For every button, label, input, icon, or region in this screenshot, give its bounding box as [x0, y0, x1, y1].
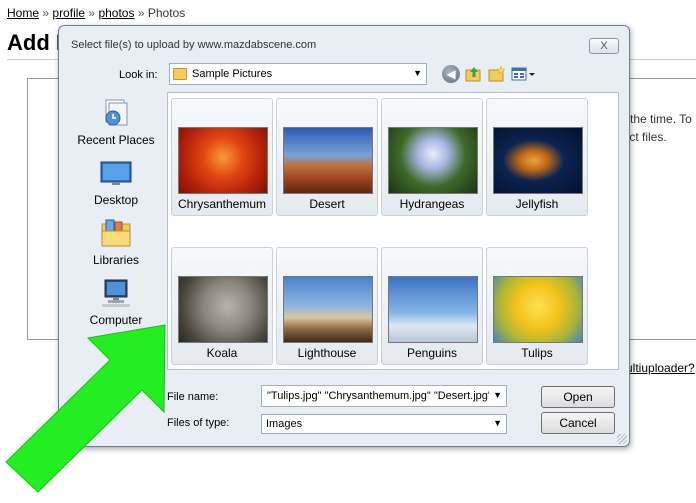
place-libraries[interactable]: Libraries — [71, 212, 161, 272]
close-button[interactable]: X — [589, 38, 619, 54]
recent-places-icon — [100, 98, 132, 128]
file-name-value: "Tulips.jpg" "Chrysanthemum.jpg" "Desert… — [267, 390, 489, 402]
file-name-label: Desert — [309, 197, 345, 211]
koala-thumbnail — [178, 276, 268, 343]
breadcrumb-current: Photos — [147, 6, 186, 20]
resize-grip[interactable] — [617, 434, 627, 444]
desert-thumbnail — [283, 127, 373, 194]
file-name-label: Koala — [206, 346, 238, 360]
file-name-label: Chrysanthemum — [177, 197, 267, 211]
file-name-label: Lighthouse — [297, 346, 357, 360]
breadcrumb-separator: » — [88, 6, 96, 20]
file-tile-chrysanthemum[interactable]: Chrysanthemum — [171, 98, 273, 216]
file-name-label: File name: — [167, 391, 219, 403]
file-name-label: Tulips — [521, 346, 553, 360]
file-tile-koala[interactable]: Koala — [171, 247, 273, 365]
file-tile-desert[interactable]: Desert — [276, 98, 378, 216]
place-label: Recent Places — [77, 133, 155, 147]
place-computer[interactable]: Computer — [71, 272, 161, 332]
file-list[interactable]: Chrysanthemum Desert Hydrangeas Jellyfis… — [167, 92, 619, 370]
file-tile-lighthouse[interactable]: Lighthouse — [276, 247, 378, 365]
places-bar: Recent Places Desktop Libraries Computer — [71, 92, 161, 392]
file-name-label: Hydrangeas — [399, 197, 465, 211]
breadcrumb-separator: » — [42, 6, 50, 20]
place-label: Libraries — [92, 253, 140, 267]
computer-icon — [100, 278, 132, 308]
chevron-down-icon: ▼ — [493, 418, 502, 428]
file-type-label: Files of type: — [167, 417, 230, 429]
instructions-line-2: lect files. — [620, 130, 667, 144]
jellyfish-thumbnail — [493, 127, 583, 194]
place-label: Desktop — [93, 193, 139, 207]
chrysanthemum-thumbnail — [178, 127, 268, 194]
look-in-label: Look in: — [119, 69, 158, 81]
back-icon[interactable]: ◀ — [442, 65, 460, 83]
cancel-button[interactable]: Cancel — [541, 412, 615, 434]
file-name-label: Penguins — [406, 346, 458, 360]
hydrangeas-thumbnail — [388, 127, 478, 194]
instructions-line-1: e the time. To — [620, 112, 692, 126]
file-tile-hydrangeas[interactable]: Hydrangeas — [381, 98, 483, 216]
look-in-dropdown[interactable]: Sample Pictures ▼ — [169, 63, 427, 85]
place-recent-places[interactable]: Recent Places — [71, 92, 161, 152]
breadcrumb: Home » profile » photos » Photos — [7, 6, 185, 20]
dialog-titlebar[interactable]: Select file(s) to upload by www.mazdabsc… — [59, 26, 629, 62]
view-menu-icon[interactable] — [511, 65, 537, 83]
new-folder-icon[interactable] — [488, 65, 506, 83]
open-button[interactable]: Open — [541, 386, 615, 408]
folder-icon — [173, 68, 187, 80]
breadcrumb-profile-link[interactable]: profile — [52, 6, 85, 20]
chevron-down-icon: ▼ — [413, 68, 422, 78]
upload-instructions: e the time. To lect files. — [620, 110, 692, 146]
place-label: Computer — [89, 313, 143, 327]
lighthouse-thumbnail — [283, 276, 373, 343]
breadcrumb-home-link[interactable]: Home — [7, 6, 39, 20]
file-type-value: Images — [266, 418, 303, 430]
file-tile-jellyfish[interactable]: Jellyfish — [486, 98, 588, 216]
file-tile-penguins[interactable]: Penguins — [381, 247, 483, 365]
desktop-icon — [100, 158, 132, 188]
file-tile-tulips[interactable]: Tulips — [486, 247, 588, 365]
look-in-value: Sample Pictures — [192, 68, 273, 80]
breadcrumb-separator: » — [137, 6, 145, 20]
penguins-thumbnail — [388, 276, 478, 343]
file-upload-dialog: Select file(s) to upload by www.mazdabsc… — [58, 25, 630, 447]
file-name-label: Jellyfish — [515, 197, 559, 211]
breadcrumb-photos-link[interactable]: photos — [98, 6, 134, 20]
dialog-title: Select file(s) to upload by www.mazdabsc… — [71, 39, 317, 51]
file-name-input[interactable]: "Tulips.jpg" "Chrysanthemum.jpg" "Desert… — [261, 385, 507, 407]
file-type-select[interactable]: Images ▼ — [261, 414, 507, 434]
tulips-thumbnail — [493, 276, 583, 343]
chevron-down-icon[interactable]: ▼ — [493, 390, 502, 400]
up-folder-icon[interactable] — [465, 65, 483, 83]
multiuploader-link[interactable]: ultiuploader? — [626, 361, 695, 375]
libraries-icon — [100, 218, 132, 248]
place-desktop[interactable]: Desktop — [71, 152, 161, 212]
